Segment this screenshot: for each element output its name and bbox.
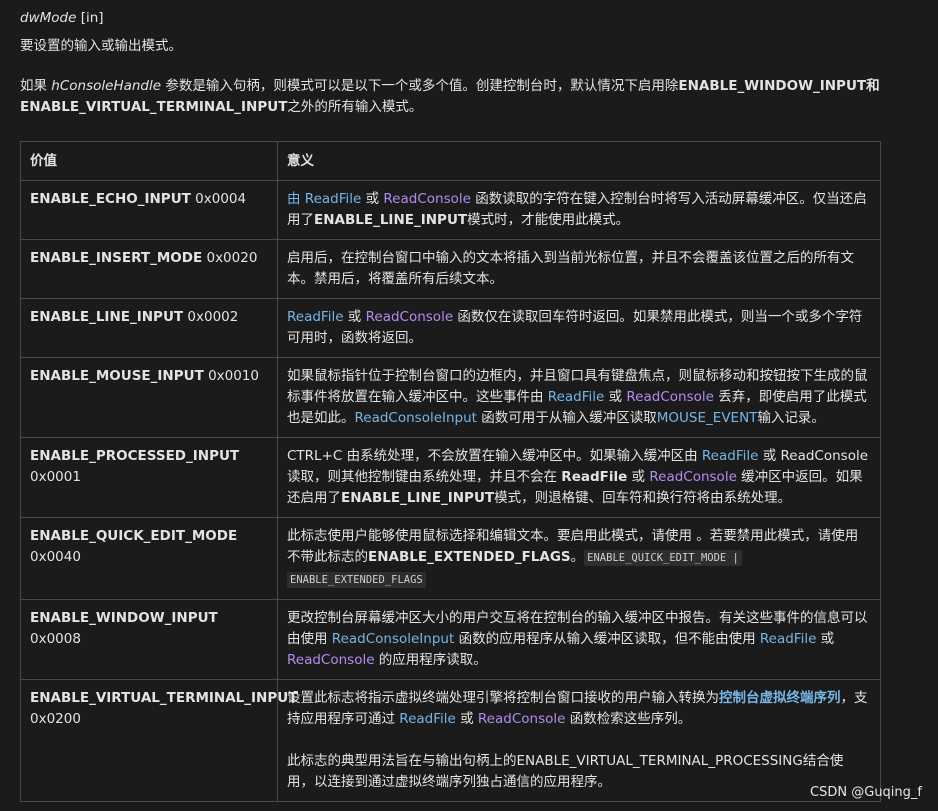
- code-snippet: ENABLE_EXTENDED_FLAGS: [287, 572, 426, 588]
- readfile-link[interactable]: ReadFile: [760, 631, 817, 647]
- intro-text: 参数是输入句柄，则模式可以是以下一个或多个值。创建控制台时，默认情况下启用除: [161, 78, 679, 94]
- vt-sequences-link[interactable]: 控制台虚拟终端序列: [719, 690, 841, 706]
- meaning-text: 函数可用于从输入缓冲区读取: [476, 410, 657, 426]
- parameter-heading: dwMode [in]: [20, 8, 104, 29]
- mode-name: ENABLE_INSERT_MODE: [30, 250, 203, 266]
- meaning-bold: ENABLE_LINE_INPUT: [341, 490, 495, 506]
- meaning-bold: ENABLE_EXTENDED_FLAGS: [368, 549, 571, 565]
- mode-name: ENABLE_ECHO_INPUT: [30, 191, 191, 207]
- mode-name: ENABLE_WINDOW_INPUT: [30, 610, 218, 626]
- mode-cell: ENABLE_PROCESSED_INPUT 0x0001: [20, 437, 278, 518]
- meaning-cell: 更改控制台屏幕缓冲区大小的用户交互将在控制台的输入缓冲区中报告。有关这些事件的信…: [277, 599, 881, 680]
- meaning-text: 模式，则退格键、回车符和换行符将由系统处理。: [494, 490, 792, 506]
- mode-cell: ENABLE_INSERT_MODE 0x0020: [20, 239, 278, 299]
- readfile-link[interactable]: ReadFile: [702, 448, 759, 464]
- table-row: ENABLE_INSERT_MODE 0x0020 启用后，在控制台窗口中输入的…: [20, 239, 881, 299]
- mode-cell: ENABLE_MOUSE_INPUT 0x0010: [20, 357, 278, 438]
- mode-value: 0x0008: [30, 631, 81, 647]
- readfile-link[interactable]: ReadFile: [399, 711, 456, 727]
- table-row: ENABLE_MOUSE_INPUT 0x0010 如果鼠标指针位于控制台窗口的…: [20, 357, 881, 438]
- meaning-text: 或: [343, 309, 366, 325]
- mode-cell: ENABLE_LINE_INPUT 0x0002: [20, 298, 278, 358]
- mode-value: 0x0020: [202, 250, 258, 266]
- meaning-text: 启用后，在控制台窗口中输入的文本将插入到当前光标位置，并且不会覆盖该位置之后的所…: [287, 250, 854, 287]
- mouse-event-link[interactable]: MOUSE_EVENT: [657, 410, 758, 426]
- meaning-text: 设置此标志将指示虚拟终端处理引擎将控制台窗口接收的用户输入转换为: [287, 690, 719, 706]
- parameter-direction: [in]: [76, 10, 104, 26]
- readconsole-link[interactable]: ReadConsole: [287, 652, 375, 668]
- parameter-name: dwMode: [20, 10, 77, 26]
- table-row: ENABLE_WINDOW_INPUT 0x0008 更改控制台屏幕缓冲区大小的…: [20, 599, 881, 680]
- header-meaning: 意义: [277, 141, 881, 181]
- meaning-cell: 设置此标志将指示虚拟终端处理引擎将控制台窗口接收的用户输入转换为控制台虚拟终端序…: [277, 679, 881, 802]
- code-snippet: ENABLE_QUICK_EDIT_MODE |: [584, 550, 742, 566]
- table-row: ENABLE_VIRTUAL_TERMINAL_INPUT 0x0200 设置此标…: [20, 679, 881, 802]
- intro-text: 如果: [20, 78, 52, 94]
- meaning-text: 或: [361, 191, 384, 207]
- mode-name: ENABLE_QUICK_EDIT_MODE: [30, 528, 238, 544]
- meaning-cell: 如果鼠标指针位于控制台窗口的边框内，并且窗口具有键盘焦点，则鼠标移动和按钮按下生…: [277, 357, 881, 438]
- intro-paragraph: 如果 hConsoleHandle 参数是输入句柄，则模式可以是以下一个或多个值…: [20, 76, 920, 118]
- readconsole-link[interactable]: ReadConsole: [366, 309, 454, 325]
- readconsole-link[interactable]: ReadConsole: [626, 389, 714, 405]
- meaning-cell: CTRL+C 由系统处理，不会放置在输入缓冲区中。如果输入缓冲区由 ReadFi…: [277, 437, 881, 518]
- meaning-text: 由: [287, 191, 305, 207]
- mode-cell: ENABLE_QUICK_EDIT_MODE 0x0040: [20, 517, 278, 600]
- intro-text: 之外的所有输入模式。: [287, 99, 423, 115]
- mode-value: 0x0002: [183, 309, 239, 325]
- meaning-text: CTRL+C 由系统处理，不会放置在输入缓冲区中。如果输入缓冲区由: [287, 448, 702, 464]
- readconsole-link[interactable]: ReadConsole: [383, 191, 471, 207]
- meaning-cell: 启用后，在控制台窗口中输入的文本将插入到当前光标位置，并且不会覆盖该位置之后的所…: [277, 239, 881, 299]
- meaning-text: 或: [627, 469, 650, 485]
- mode-name: ENABLE_LINE_INPUT: [30, 309, 184, 325]
- mode-name: ENABLE_VIRTUAL_TERMINAL_INPUT: [30, 690, 298, 706]
- meaning-text: 。: [570, 549, 585, 565]
- readfile-link[interactable]: ReadFile: [305, 191, 362, 207]
- table-row: ENABLE_ECHO_INPUT 0x0004 由 ReadFile 或 Re…: [20, 180, 881, 240]
- readconsoleinput-link[interactable]: ReadConsoleInput: [355, 410, 477, 426]
- watermark: CSDN @Guqing_f: [810, 785, 922, 800]
- mode-value: 0x0040: [30, 549, 81, 565]
- mode-value: 0x0001: [30, 469, 81, 485]
- mode-name: ENABLE_PROCESSED_INPUT: [30, 448, 240, 464]
- mode-cell: ENABLE_VIRTUAL_TERMINAL_INPUT 0x0200: [20, 679, 297, 802]
- table-row: ENABLE_PROCESSED_INPUT 0x0001 CTRL+C 由系统…: [20, 437, 881, 518]
- meaning-cell: ReadFile 或 ReadConsole 函数仅在读取回车符时返回。如果禁用…: [277, 298, 881, 358]
- meaning-text: 或: [604, 389, 627, 405]
- meaning-text: 函数检索这些序列。: [565, 711, 692, 727]
- header-value: 价值: [20, 141, 278, 181]
- meaning-bold: ENABLE_LINE_INPUT: [314, 212, 468, 228]
- meaning-text: 函数的应用程序从输入缓冲区读取，但不能由使用: [454, 631, 760, 647]
- readfile-link[interactable]: ReadFile: [287, 309, 344, 325]
- mode-cell: ENABLE_ECHO_INPUT 0x0004: [20, 180, 278, 240]
- meaning-text: 或: [455, 711, 478, 727]
- mode-cell: ENABLE_WINDOW_INPUT 0x0008: [20, 599, 278, 680]
- readconsole-link[interactable]: ReadConsole: [478, 711, 566, 727]
- modes-table: 价值 意义 ENABLE_ECHO_INPUT 0x0004 由 ReadFil…: [20, 141, 881, 802]
- readconsole-link[interactable]: ReadConsole: [649, 469, 737, 485]
- readfile-bold: ReadFile: [561, 469, 628, 485]
- handle-param: hConsoleHandle: [51, 78, 162, 94]
- meaning-cell: 由 ReadFile 或 ReadConsole 函数读取的字符在键入控制台时将…: [277, 180, 881, 240]
- readfile-link[interactable]: ReadFile: [548, 389, 605, 405]
- meaning-second-paragraph: 此标志的典型用法旨在与输出句柄上的ENABLE_VIRTUAL_TERMINAL…: [287, 753, 844, 790]
- meaning-text: 或: [816, 631, 835, 647]
- mode-name: ENABLE_MOUSE_INPUT: [30, 368, 204, 384]
- meaning-text: 模式时，才能使用此模式。: [467, 212, 630, 228]
- parameter-description: 要设置的输入或输出模式。: [20, 38, 182, 54]
- table-row: ENABLE_LINE_INPUT 0x0002 ReadFile 或 Read…: [20, 298, 881, 358]
- mode-value: 0x0010: [203, 368, 260, 384]
- table-row: ENABLE_QUICK_EDIT_MODE 0x0040 此标志使用户能够使用…: [20, 517, 881, 600]
- meaning-cell: 此标志使用户能够使用鼠标选择和编辑文本。要启用此模式，请使用 。若要禁用此模式，…: [277, 517, 881, 600]
- meaning-text: 输入记录。: [757, 410, 825, 426]
- mode-value: 0x0004: [190, 191, 247, 207]
- readconsoleinput-link[interactable]: ReadConsoleInput: [332, 631, 454, 647]
- meaning-text: 的应用程序读取。: [374, 652, 487, 668]
- mode-value: 0x0200: [30, 711, 81, 727]
- table-header-row: 价值 意义: [20, 141, 881, 181]
